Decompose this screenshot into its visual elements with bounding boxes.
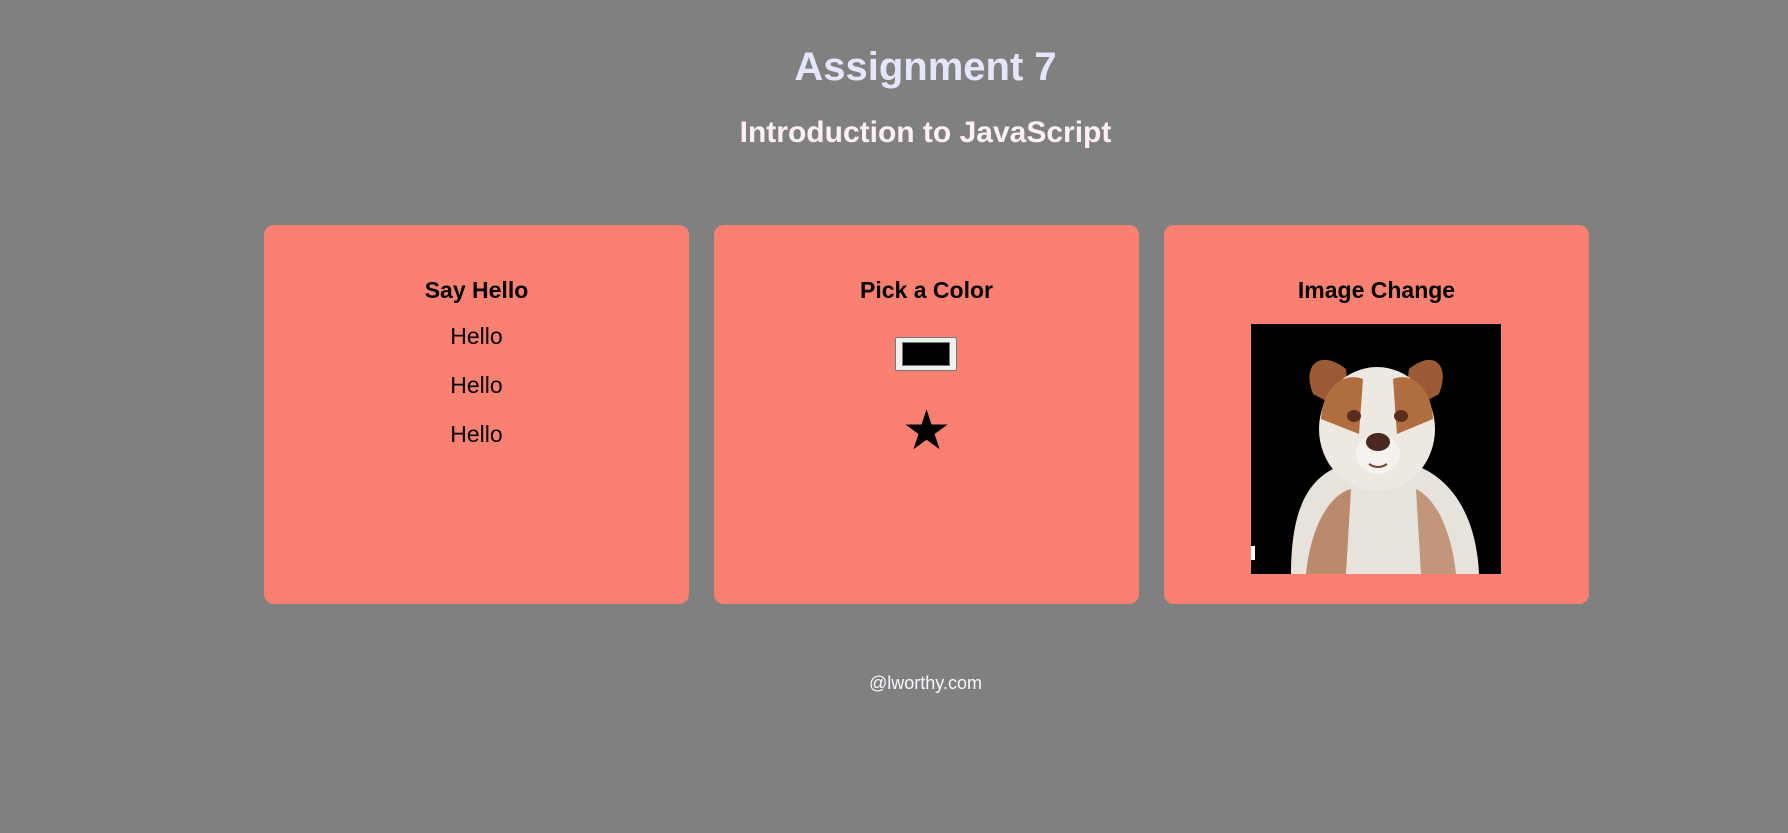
pick-color-title: Pick a Color [860,277,993,303]
dog-image[interactable] [1251,324,1501,574]
hello-list: Hello Hello Hello [264,322,689,469]
hello-item: Hello [450,323,503,349]
footer-text: @lworthy.com [869,673,982,693]
pick-color-card: Pick a Color ★ [714,225,1139,604]
image-change-card: Image Change [1164,225,1589,604]
page: Assignment 7 Introduction to JavaScript … [0,0,1788,833]
say-hello-title[interactable]: Say Hello [264,275,689,305]
color-picker-input[interactable] [895,337,957,371]
hello-item: Hello [450,421,503,447]
image-change-title: Image Change [1297,277,1456,303]
hello-item: Hello [450,372,503,398]
page-title: Assignment 7 [794,45,1057,89]
page-subtitle: Introduction to JavaScript [739,116,1112,149]
star-icon: ★ [901,398,952,462]
say-hello-card: Say Hello Hello Hello Hello [264,225,689,604]
color-swatch [902,342,950,366]
dog-photo-icon [1251,324,1501,574]
